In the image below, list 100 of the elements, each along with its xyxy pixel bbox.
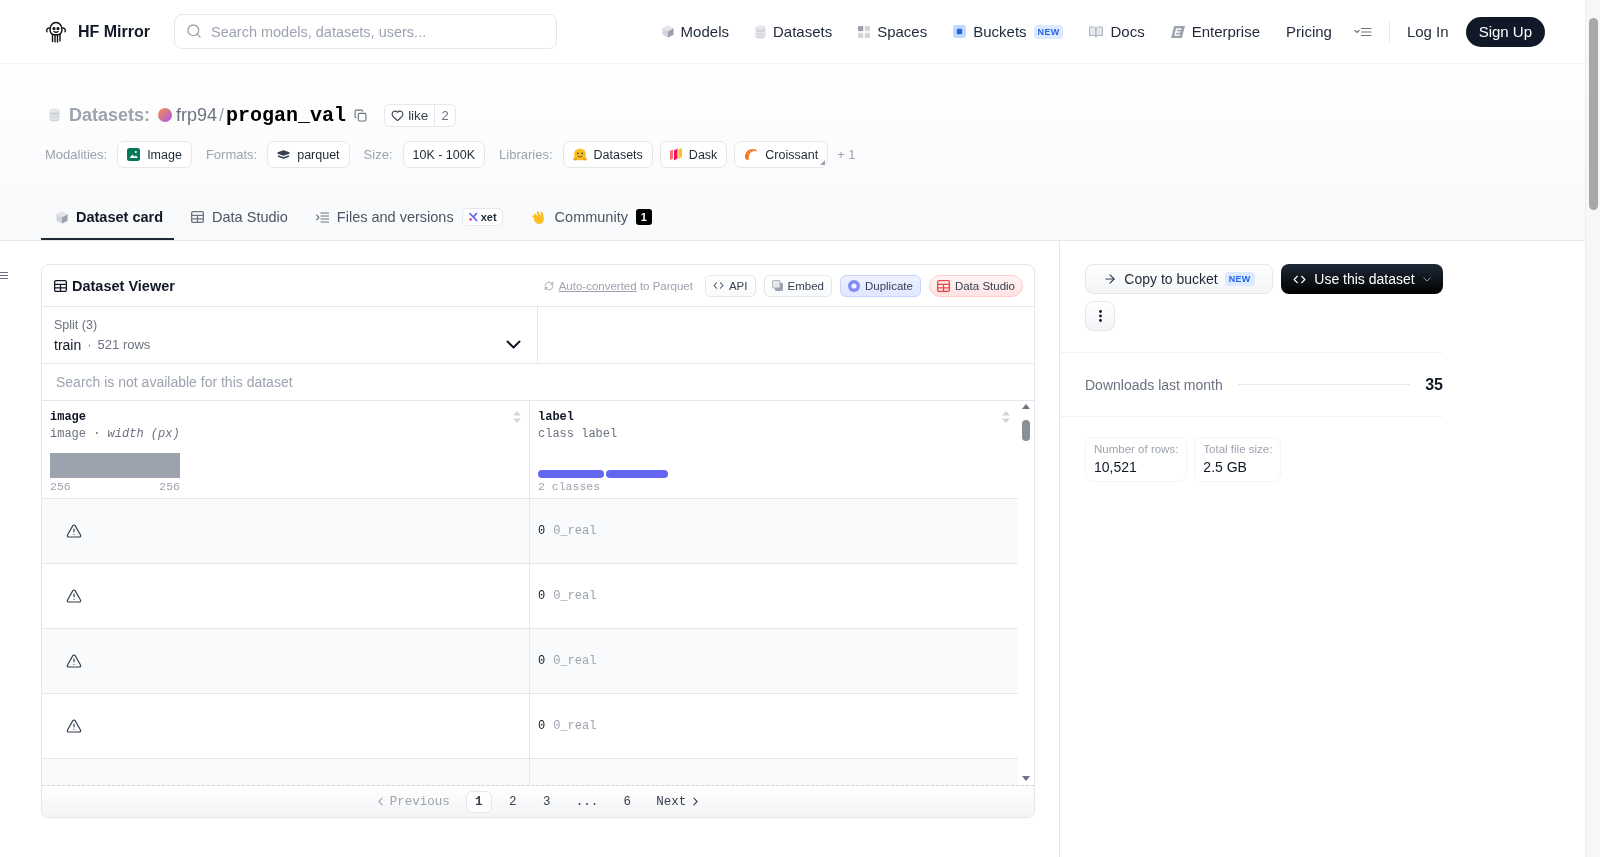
range-min: 256 [50,480,71,494]
page-ellipsis: ... [574,794,600,809]
label-value: 0 [538,589,546,603]
grid-icon [858,25,871,38]
page-button[interactable]: 3 [533,790,560,813]
page-button[interactable]: 2 [499,790,526,813]
tab[interactable]: Community 1 [515,196,663,240]
path-separator: / [219,104,225,126]
toolbar-button[interactable]: Duplicate [839,274,921,297]
new-badge: NEW [1224,272,1255,286]
chevron-left-icon [377,797,383,806]
xet-label: xet [480,211,497,223]
library-tag[interactable]: Croissant [734,141,829,168]
logo-icon [45,20,67,43]
database-icon [754,24,766,39]
nav-link[interactable]: Pricing [1286,23,1332,40]
stat-value: 2.5 GB [1203,459,1248,475]
table-icon [191,211,205,223]
library-tag[interactable]: Datasets [562,141,653,168]
brand-link[interactable]: HF Mirror [45,20,150,43]
e-tile-icon [1170,25,1185,38]
book-icon [1089,26,1104,37]
search-field[interactable]: Search models, datasets, users... [174,14,557,49]
tag-group-label: Modalities: [45,147,108,162]
search-field: Search is not available for this dataset [54,373,1022,391]
list-lines-icon[interactable] [0,272,8,279]
new-badge: NEW [1033,24,1064,39]
repo-type-label: Datasets: [69,104,151,126]
label-value: 0 [538,524,546,538]
range-max: 256 [159,480,180,494]
arrow-right-icon [1103,272,1118,286]
corner-mark-icon [820,160,826,165]
toolbar-button[interactable]: Data Studio [928,274,1023,297]
heart-icon [391,108,405,122]
tab[interactable]: Files and versions xet [300,196,514,240]
dots-vertical-icon [1098,310,1102,322]
stat-value: 10,521 [1094,459,1138,475]
page-button[interactable]: 6 [614,790,641,813]
tab[interactable]: Data Studio [176,196,299,240]
code-icon [712,280,724,291]
stat-label: Total file size: [1203,443,1273,455]
tag-group-label: Libraries: [499,147,553,162]
column-type: image · width (px) [50,427,181,441]
search-icon [186,23,202,39]
login-link[interactable]: Log In [1406,23,1449,40]
menu-icon[interactable] [1353,26,1372,37]
label-name: 0_real [553,524,597,538]
format-tag[interactable]: parquet [267,141,350,168]
downloads-label: Downloads last month [1085,376,1223,393]
copy-icon [771,280,783,291]
use-dataset-button[interactable]: Use this dataset [1281,264,1443,294]
count-badge: 1 [635,209,652,225]
smiley-icon [572,147,587,162]
square-icon [953,25,967,38]
label-name: 0_real [553,589,597,603]
page-scrollbar[interactable] [1585,0,1600,857]
label-name: 0_real [553,719,597,733]
toolbar-button[interactable]: API [704,274,756,297]
nav-link[interactable]: Buckets NEW [953,23,1064,40]
signup-button[interactable]: Sign Up [1465,16,1545,47]
page-button[interactable]: 1 [465,790,492,813]
nav-link[interactable]: Spaces [858,23,928,40]
tag-group-label: Size: [363,147,393,162]
chevron-right-icon [693,797,699,806]
like-count[interactable]: 2 [434,104,455,126]
nav-link[interactable]: Enterprise [1170,23,1261,40]
modality-tag[interactable]: Image [117,141,192,168]
nav-link[interactable]: Datasets [754,23,833,40]
stripes-icon [669,148,682,161]
nav-link[interactable]: Docs [1089,23,1145,40]
chevron-down-icon [506,340,521,349]
next-page-button[interactable]: Next [648,794,707,809]
avatar-icon [158,108,173,122]
copy-to-bucket-button[interactable]: Copy to bucket NEW [1085,264,1273,294]
nav-link[interactable]: Models [661,23,729,40]
copy-icon[interactable] [354,108,368,122]
class-count: 2 classes [538,480,601,494]
size-tag[interactable]: 10K - 100K [402,141,486,168]
library-tag[interactable]: Dask [659,141,728,168]
like-button[interactable]: like [385,104,435,126]
layers-icon [277,150,291,159]
column-name: image [50,410,86,424]
conversion-note: Auto-converted to Parquet [558,279,693,292]
tag-group-label: Formats: [205,147,258,162]
refresh-icon [543,280,554,291]
label-value: 0 [538,719,546,733]
owner-link[interactable]: frp94 [176,104,218,126]
croissant-icon [744,148,759,161]
disc-icon [847,279,860,292]
image-icon [127,148,141,161]
hand-icon [530,210,547,224]
cube-icon [661,25,674,38]
more-button[interactable] [1085,301,1115,331]
tab[interactable]: Dataset card [41,196,175,240]
dataset-name: progan_val [226,103,347,127]
chevron-down-icon [1422,276,1431,282]
downloads-value: 35 [1425,375,1443,394]
database-icon [49,108,60,122]
toolbar-button[interactable]: Embed [763,274,832,297]
cube-icon [56,210,68,224]
